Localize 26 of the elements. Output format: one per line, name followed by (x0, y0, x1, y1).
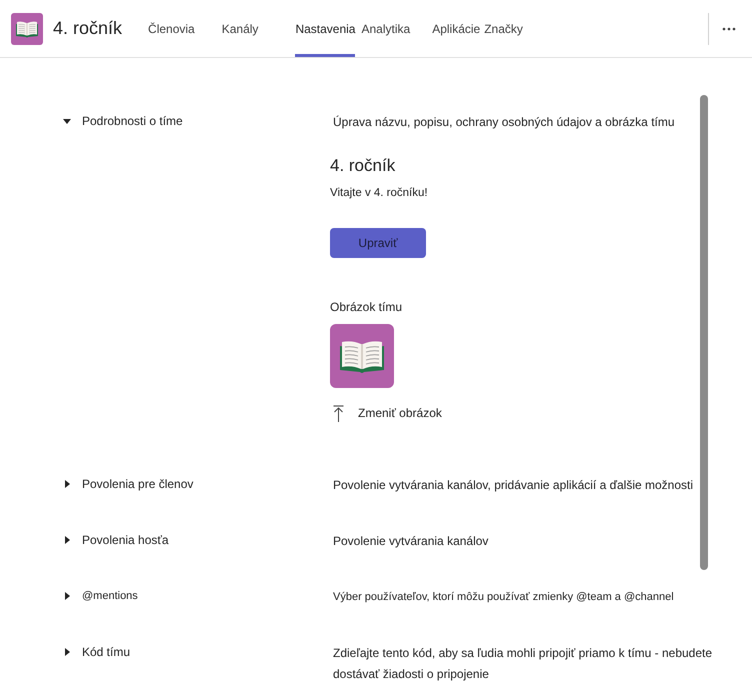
tab[interactable]: Členovia (148, 0, 195, 57)
upload-icon (333, 404, 344, 422)
team-name-heading: 4. ročník (330, 155, 396, 177)
tab[interactable]: Aplikácie (432, 0, 480, 57)
tab[interactable]: Analytika (361, 0, 410, 57)
section-toggle[interactable]: Podrobnosti o tíme (62, 112, 183, 130)
book-icon (330, 324, 394, 388)
tab[interactable]: Kanály (222, 0, 258, 57)
tab[interactable]: Nastavenia (295, 0, 356, 57)
section-toggle[interactable]: Povolenia hosťa (62, 531, 169, 549)
book-icon (11, 12, 43, 44)
more-icon (722, 26, 736, 30)
tab[interactable]: Značky (484, 0, 523, 57)
section-description: Výber používateľov, ktorí môžu používať zmienky @team a @channel (333, 590, 674, 605)
section-toggle[interactable]: Kód tímu (62, 643, 130, 661)
section-description: Povolenie vytvárania kanálov, pridávanie aplikácií a ďalšie možnosti (333, 477, 694, 494)
section-description: Úprava názvu, popisu, ochrany osobných údajov a obrázka tímu (333, 114, 675, 131)
section-toggle[interactable]: Povolenia pre členov (62, 475, 194, 493)
section-description: Povolenie vytvárania kanálov (333, 533, 488, 550)
team-name: 4. ročník (53, 17, 122, 40)
change-picture-button[interactable]: Zmeniť obrázok (333, 404, 442, 422)
section-description: Zdieľajte tento kód, aby sa ľudia mohli pripojiť priamo k tímu - nebudete dostávať žiadosti o pripojenie (333, 645, 714, 683)
welcome-message: Vitajte v 4. ročníku! (330, 186, 428, 201)
scrollbar-thumb[interactable] (700, 95, 708, 570)
picture-label: Obrázok tímu (330, 299, 402, 315)
section-toggle[interactable]: @mentions (62, 587, 138, 605)
